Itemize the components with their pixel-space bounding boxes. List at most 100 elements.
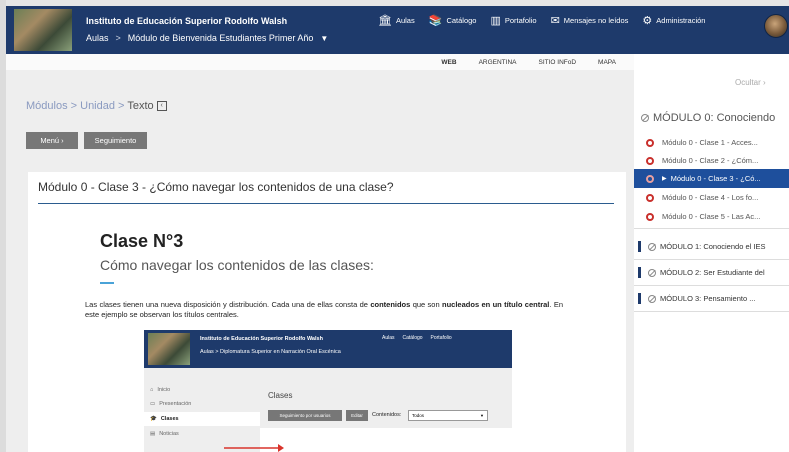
play-icon: ▶ bbox=[662, 176, 667, 182]
nav-catalogo-label: Catálogo bbox=[446, 16, 477, 25]
link-infod[interactable]: SITIO INFoD bbox=[538, 59, 576, 66]
nav-portafolio-label: Portafolio bbox=[504, 16, 537, 25]
institution-title[interactable]: Instituto de Educación Superior Rodolfo … bbox=[86, 16, 287, 26]
menu-button-label: Menú bbox=[40, 136, 60, 145]
embedded-screenshot: Instituto de Educación Superior Rodolfo … bbox=[144, 330, 512, 452]
link-mapa[interactable]: MAPA bbox=[598, 59, 616, 66]
collapse-box-icon[interactable]: ‹ bbox=[156, 101, 167, 112]
lesson-item-4[interactable]: Módulo 0 - Clase 4 - Los fo... bbox=[634, 188, 789, 207]
module-marker bbox=[638, 293, 641, 304]
module-0-title: MÓDULO 0: Conociendo bbox=[653, 112, 776, 124]
nav-portafolio[interactable]: ▥ Portafolio bbox=[490, 14, 536, 27]
module-2-item[interactable]: MÓDULO 2: Ser Estudiante del bbox=[634, 263, 789, 282]
breadcrumb-unidad[interactable]: Unidad bbox=[80, 100, 115, 112]
module-2-label: MÓDULO 2: Ser Estudiante del bbox=[660, 268, 765, 277]
embedded-nav: Aulas Catálogo Portafolio bbox=[382, 335, 452, 341]
nav-administracion[interactable]: ⚙ Administración bbox=[642, 14, 705, 27]
embedded-nav-portafolio: Portafolio bbox=[430, 335, 452, 341]
breadcrumb-texto: Texto bbox=[127, 100, 154, 112]
panel-divider bbox=[634, 311, 789, 312]
breadcrumb-sep-1: > bbox=[70, 100, 81, 112]
external-links-bar: WEB ARGENTINA SITIO INFoD MAPA bbox=[6, 54, 634, 70]
newspaper-icon: ▤ bbox=[150, 431, 156, 437]
embedded-institution: Instituto de Educación Superior Rodolfo … bbox=[200, 336, 323, 342]
embedded-side-inicio-label: Inicio bbox=[157, 387, 171, 393]
chevron-right-icon: > bbox=[115, 33, 121, 43]
crumb-aulas[interactable]: Aulas bbox=[86, 33, 109, 43]
course-index-panel: Ocultar › MÓDULO 0: Conociendo Módulo 0 … bbox=[634, 54, 789, 452]
graduation-cap-icon: 🎓 bbox=[150, 416, 157, 422]
embedded-seguimiento-button: Seguimiento por usuarios bbox=[268, 410, 342, 421]
building-icon: 🏛 bbox=[378, 15, 392, 27]
book-icon: 📚 bbox=[428, 15, 443, 27]
header-breadcrumb: Aulas > Módulo de Bienvenida Estudiantes… bbox=[86, 33, 328, 43]
breadcrumb-modulos[interactable]: Módulos bbox=[26, 100, 68, 112]
embedded-sidebar bbox=[144, 368, 260, 452]
embedded-nav-catalogo: Catálogo bbox=[402, 335, 423, 341]
content-card: Módulo 0 - Clase 3 - ¿Cómo navegar los c… bbox=[28, 172, 626, 452]
monitor-icon: ▭ bbox=[150, 401, 156, 407]
panel-divider bbox=[634, 285, 789, 286]
nav-aulas[interactable]: 🏛 Aulas bbox=[378, 14, 415, 27]
locked-icon bbox=[648, 294, 656, 303]
content-title: Módulo 0 - Clase 3 - ¿Cómo navegar los c… bbox=[38, 180, 394, 194]
embedded-side-inicio: ⌂ Inicio bbox=[150, 387, 170, 393]
module-marker bbox=[638, 241, 641, 252]
embedded-logo bbox=[148, 333, 190, 365]
portfolio-icon: ▥ bbox=[490, 15, 501, 27]
chevron-right-icon: › bbox=[763, 78, 766, 87]
top-nav: 🏛 Aulas 📚 Catálogo ▥ Portafolio ✉ Mensaj… bbox=[378, 14, 705, 27]
module-3-label: MÓDULO 3: Pensamiento ... bbox=[660, 294, 756, 303]
embedded-contenidos-label: Contenidos: bbox=[372, 412, 402, 418]
status-ring-icon bbox=[646, 138, 654, 147]
status-ring-icon bbox=[646, 212, 654, 221]
link-argentina[interactable]: ARGENTINA bbox=[479, 59, 517, 66]
chevron-right-icon: › bbox=[61, 136, 64, 145]
module-3-item[interactable]: MÓDULO 3: Pensamiento ... bbox=[634, 289, 789, 308]
embedded-crumbs: Aulas > Diplomatura Superior en Narració… bbox=[200, 349, 341, 355]
lesson-item-2[interactable]: Módulo 0 - Clase 2 - ¿Cóm... bbox=[634, 151, 789, 170]
locked-icon bbox=[648, 268, 656, 277]
embedded-contenidos-select: Todos ▼ bbox=[408, 410, 488, 421]
clase-heading: Clase N°3 bbox=[100, 231, 184, 251]
nav-catalogo[interactable]: 📚 Catálogo bbox=[429, 14, 477, 27]
lesson-item-1[interactable]: Módulo 0 - Clase 1 - Acces... bbox=[634, 133, 789, 152]
user-avatar[interactable] bbox=[764, 14, 788, 38]
para-text-2: que son bbox=[410, 300, 443, 309]
status-ring-icon bbox=[646, 193, 654, 202]
title-divider bbox=[38, 203, 614, 204]
home-icon: ⌂ bbox=[150, 387, 154, 393]
chevron-down-icon: ▼ bbox=[480, 413, 484, 418]
embedded-nav-aulas: Aulas bbox=[382, 335, 395, 341]
module-0-header[interactable]: MÓDULO 0: Conociendo bbox=[641, 112, 775, 124]
accent-dash bbox=[100, 282, 114, 284]
seguimiento-button[interactable]: Seguimiento bbox=[84, 132, 147, 149]
module-1-label: MÓDULO 1: Conociendo el IES bbox=[660, 242, 766, 251]
lesson-item-5[interactable]: Módulo 0 - Clase 5 - Las Ac... bbox=[634, 207, 789, 226]
breadcrumb-sep-2: > bbox=[118, 100, 128, 112]
nav-administracion-label: Administración bbox=[656, 16, 706, 25]
chevron-down-icon[interactable]: ▼ bbox=[320, 34, 328, 43]
main-area: WEB ARGENTINA SITIO INFoD MAPA Módulos >… bbox=[6, 54, 634, 452]
embedded-side-presentacion: ▭ Presentación bbox=[150, 401, 191, 407]
locked-icon bbox=[641, 114, 649, 122]
locked-icon bbox=[648, 242, 656, 251]
lesson-item-3-active[interactable]: ▶ Módulo 0 - Clase 3 - ¿Có... bbox=[634, 169, 789, 188]
menu-button[interactable]: Menú › bbox=[26, 132, 78, 149]
nav-mensajes[interactable]: ✉ Mensajes no leídos bbox=[551, 14, 629, 27]
link-web[interactable]: WEB bbox=[441, 59, 456, 66]
clase-subheading: Cómo navegar los contenidos de las clase… bbox=[100, 257, 374, 273]
panel-divider bbox=[634, 259, 789, 260]
institution-logo[interactable] bbox=[14, 9, 72, 51]
hide-panel-link[interactable]: Ocultar › bbox=[735, 78, 766, 87]
status-ring-icon bbox=[646, 174, 654, 183]
lesson-label-4: Módulo 0 - Clase 4 - Los fo... bbox=[662, 193, 759, 202]
nav-aulas-label: Aulas bbox=[395, 16, 415, 25]
embedded-side-clases-label: Clases bbox=[160, 416, 179, 422]
panel-divider bbox=[634, 228, 789, 229]
breadcrumb: Módulos > Unidad > Texto ‹ bbox=[26, 100, 167, 112]
module-1-item[interactable]: MÓDULO 1: Conociendo el IES bbox=[634, 237, 789, 256]
embedded-select-value: Todos bbox=[412, 413, 425, 418]
crumb-course[interactable]: Módulo de Bienvenida Estudiantes Primer … bbox=[128, 33, 314, 43]
status-ring-icon bbox=[646, 156, 654, 165]
